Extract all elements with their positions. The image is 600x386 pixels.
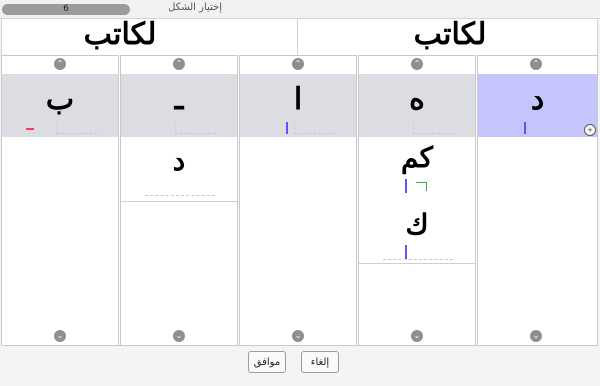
zoom-icon[interactable]: +	[584, 124, 596, 136]
guide-marker	[294, 123, 335, 134]
main-shape-cell[interactable]: ه	[359, 74, 475, 137]
main-shape-cell[interactable]: ـ	[121, 74, 237, 137]
shape-marks	[383, 122, 454, 134]
column-scroll-up-icon[interactable]: ⌃	[411, 58, 423, 70]
column-scroll-down-icon[interactable]: ⌄	[292, 330, 304, 342]
sub-shape-cell[interactable]: د	[121, 137, 237, 202]
guide-marker	[383, 249, 453, 260]
blue-marker	[524, 122, 526, 134]
main-shape-glyph: ه	[409, 82, 425, 117]
word-divider	[297, 18, 298, 55]
guide-marker	[175, 123, 216, 134]
sub-shape-cell[interactable]: كم	[359, 137, 475, 202]
shape-marks	[502, 122, 572, 134]
column-scroll-down-icon[interactable]: ⌄	[411, 330, 423, 342]
guide-marker	[145, 185, 215, 196]
column-2: ⌃ ه كم ك ⌄	[358, 55, 476, 346]
column-5: ⌃ ب ⌄	[1, 55, 119, 346]
main-shape-glyph: ا	[293, 82, 303, 117]
red-marker	[26, 128, 34, 130]
main-shape-cell-selected[interactable]: د +	[478, 74, 597, 137]
column-scroll-up-icon[interactable]: ⌃	[530, 58, 542, 70]
guide-marker	[56, 123, 97, 134]
sub-shape-cell[interactable]: ك	[359, 201, 475, 264]
shape-marks	[26, 122, 97, 134]
shape-marks	[264, 122, 335, 134]
green-marker	[416, 182, 427, 191]
ok-button[interactable]: موافق	[248, 351, 286, 373]
main-shape-cell[interactable]: ا	[240, 74, 356, 137]
window-title: إختيار الشكل	[168, 2, 222, 13]
guide-marker	[413, 123, 454, 134]
main-shape-glyph: د	[530, 82, 545, 117]
column-3: ⌃ ا ⌄	[239, 55, 357, 346]
column-scroll-down-icon[interactable]: ⌄	[530, 330, 542, 342]
count-badge: 6	[2, 4, 130, 15]
left-word: لكاتب	[83, 17, 157, 52]
shape-marks	[145, 122, 216, 134]
main-shape-cell[interactable]: ب	[2, 74, 118, 137]
right-word: لكاتب	[413, 17, 487, 52]
sub-shape-glyph: كم	[401, 141, 433, 174]
column-scroll-up-icon[interactable]: ⌃	[173, 58, 185, 70]
cancel-button[interactable]: إلغاء	[301, 351, 339, 373]
main-shape-glyph: ـ	[174, 82, 184, 117]
column-1: ⌃ د + ⌄	[477, 55, 598, 346]
blue-marker	[286, 122, 288, 134]
main-shape-glyph: ب	[45, 82, 75, 117]
column-scroll-down-icon[interactable]: ⌄	[173, 330, 185, 342]
column-scroll-up-icon[interactable]: ⌃	[292, 58, 304, 70]
sub-shape-glyph: ك	[405, 208, 429, 241]
column-scroll-up-icon[interactable]: ⌃	[54, 58, 66, 70]
column-scroll-down-icon[interactable]: ⌄	[54, 330, 66, 342]
column-4: ⌃ ـ د ⌄	[120, 55, 238, 346]
blue-marker	[405, 179, 407, 193]
sub-shape-glyph: د	[172, 144, 186, 177]
